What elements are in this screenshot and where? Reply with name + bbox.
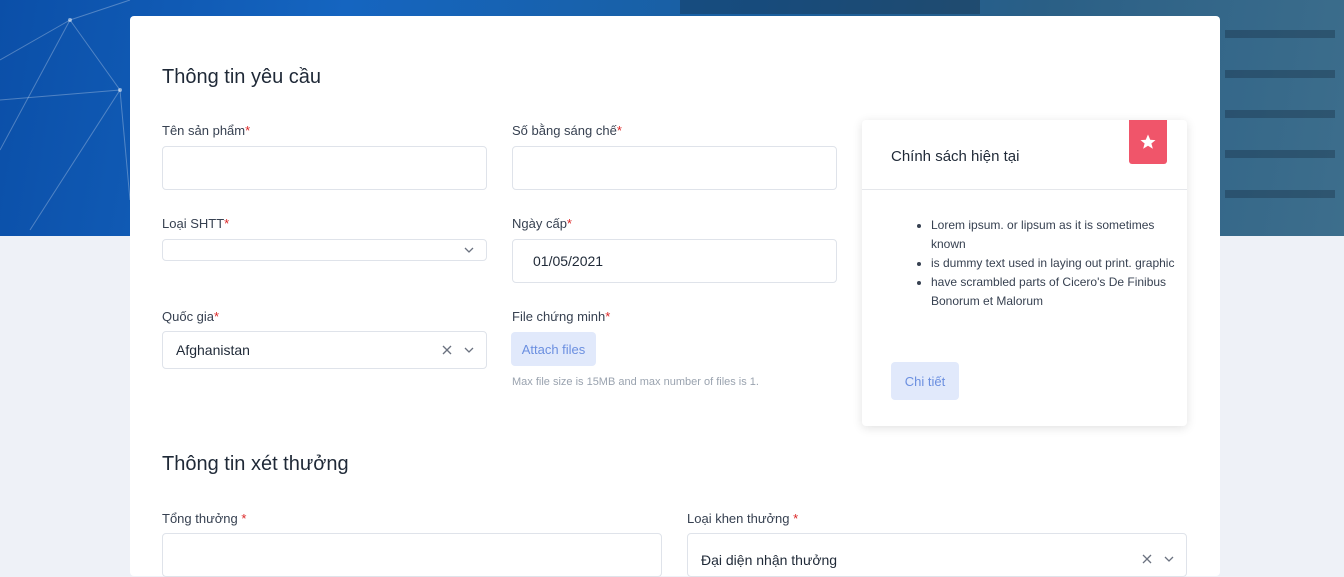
list-item: is dummy text used in laying out print. …: [931, 254, 1181, 273]
reward-type-label: Loại khen thưởng *: [687, 511, 799, 526]
policy-divider: [862, 189, 1187, 190]
patent-number-label: Số bằng sáng chế*: [512, 123, 622, 138]
patent-number-input[interactable]: [512, 146, 837, 190]
proof-file-label: File chứng minh*: [512, 309, 611, 324]
section-title-request: Thông tin yêu cầu: [162, 66, 321, 88]
attach-files-button[interactable]: Attach files: [511, 332, 596, 366]
total-reward-label: Tổng thưởng *: [162, 511, 247, 526]
policy-badge: [1129, 120, 1167, 164]
form-card: Thông tin yêu cầu Tên sản phẩm* Số bằng …: [130, 16, 1220, 577]
product-name-label: Tên sản phẩm*: [162, 123, 251, 138]
country-select[interactable]: Afghanistan: [162, 331, 487, 369]
file-size-hint: Max file size is 15MB and max number of …: [512, 376, 759, 388]
chevron-down-icon: [464, 247, 474, 253]
reward-type-select[interactable]: Đại diện nhận thưởng: [687, 533, 1187, 577]
clear-icon[interactable]: [440, 343, 454, 357]
list-item: Lorem ipsum. or lipsum as it is sometime…: [931, 216, 1181, 254]
policy-detail-button[interactable]: Chi tiết: [891, 362, 959, 400]
list-item: have scrambled parts of Cicero's De Fini…: [931, 273, 1181, 311]
policy-card: Chính sách hiện tại Lorem ipsum. or lips…: [862, 120, 1187, 426]
country-label: Quốc gia*: [162, 309, 220, 324]
ip-type-select[interactable]: [162, 239, 487, 261]
policy-list: Lorem ipsum. or lipsum as it is sometime…: [891, 216, 1181, 311]
issue-date-label: Ngày cấp*: [512, 216, 572, 231]
ip-type-label: Loại SHTT*: [162, 216, 230, 231]
chevron-down-icon: [464, 347, 474, 353]
product-name-input[interactable]: [162, 146, 487, 190]
clear-icon[interactable]: [1140, 552, 1154, 566]
section-title-reward: Thông tin xét thưởng: [162, 453, 349, 475]
policy-title: Chính sách hiện tại: [891, 148, 1020, 165]
chevron-down-icon: [1164, 556, 1174, 562]
issue-date-input[interactable]: 01/05/2021: [512, 239, 837, 283]
total-reward-input[interactable]: [162, 533, 662, 577]
star-icon: [1140, 134, 1156, 149]
